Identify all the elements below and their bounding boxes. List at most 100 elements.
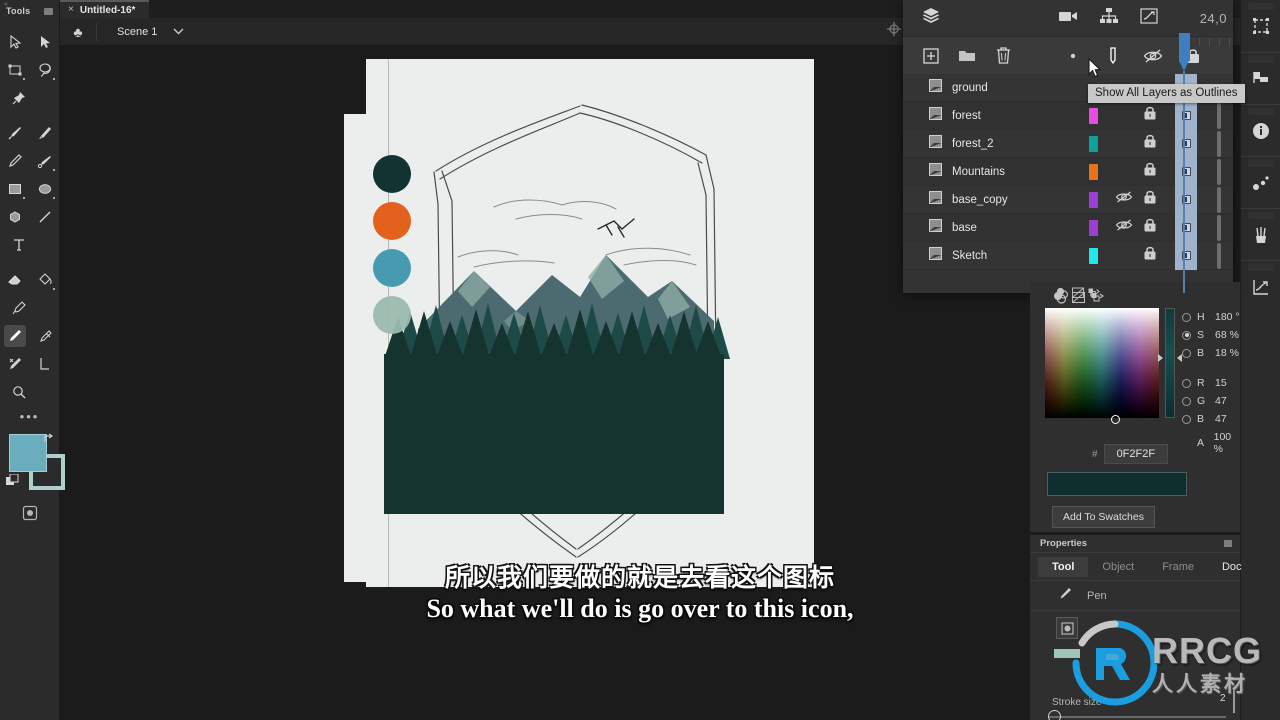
pencil-tool[interactable] xyxy=(4,150,26,172)
radio-b-blue[interactable] xyxy=(1182,414,1191,424)
panel-menu-icon[interactable] xyxy=(44,8,53,15)
timeline-scrollbar[interactable] xyxy=(1217,102,1221,129)
scene-name-label[interactable]: Scene 1 xyxy=(117,26,157,38)
transform-tool[interactable] xyxy=(4,59,26,81)
center-canvas-icon[interactable] xyxy=(887,22,901,41)
add-to-swatches-button[interactable]: Add To Swatches xyxy=(1052,506,1155,528)
artboard[interactable] xyxy=(366,59,814,587)
eyedropper-tool[interactable] xyxy=(8,297,30,319)
brush-tool[interactable] xyxy=(4,122,26,144)
properties-tabs[interactable]: Tool Object Frame Doc xyxy=(1030,553,1242,581)
onion-skin-dot[interactable] xyxy=(1063,46,1083,66)
lock-icon[interactable] xyxy=(1143,245,1157,266)
radio-g[interactable] xyxy=(1182,396,1191,406)
lasso-tool[interactable] xyxy=(34,59,56,81)
field-rgba-0[interactable]: R 15 xyxy=(1182,377,1227,389)
blob-brush-tool[interactable] xyxy=(34,150,56,172)
screen-mode-icon[interactable] xyxy=(21,504,39,522)
align-panel-icon[interactable] xyxy=(1241,52,1280,104)
fill-stroke-icon[interactable] xyxy=(1053,291,1067,309)
brushes-panel-icon[interactable] xyxy=(1241,208,1280,260)
lock-icon[interactable] xyxy=(1143,161,1157,182)
radio-r[interactable] xyxy=(1182,378,1191,388)
transform-panel-icon[interactable] xyxy=(1241,0,1280,52)
hex-row[interactable]: # 0F2F2F xyxy=(1092,444,1169,464)
lock-icon[interactable] xyxy=(1143,105,1157,126)
corner-tool[interactable] xyxy=(34,353,56,375)
camera-icon[interactable] xyxy=(1058,9,1078,28)
timeline-scrollbar[interactable] xyxy=(1217,242,1221,269)
timeline-track[interactable] xyxy=(1175,185,1197,214)
rectangle-tool[interactable] xyxy=(4,178,26,200)
select-tool[interactable] xyxy=(4,31,26,53)
right-icon-rail[interactable] xyxy=(1240,0,1280,720)
lock-icon[interactable] xyxy=(1143,189,1157,210)
line-tool[interactable] xyxy=(34,206,56,228)
timeline-playhead[interactable] xyxy=(1179,33,1190,71)
layer-color-chip[interactable] xyxy=(1089,163,1098,180)
ellipse-tool[interactable] xyxy=(34,178,56,200)
document-tab[interactable]: × Untitled-16* xyxy=(60,0,150,18)
radio-s[interactable] xyxy=(1182,330,1191,340)
add-anchor-tool[interactable] xyxy=(34,325,56,347)
tab-object[interactable]: Object xyxy=(1088,557,1148,577)
stroke-size-knob[interactable] xyxy=(1048,710,1061,720)
stroke-color-swatch[interactable] xyxy=(1054,649,1080,658)
clover-icon[interactable]: ♣ xyxy=(60,24,96,40)
eraser-tool[interactable] xyxy=(4,269,26,291)
field-rgba-1[interactable]: G 47 xyxy=(1182,395,1227,407)
paintbrush-tool[interactable] xyxy=(34,122,56,144)
tools-panel[interactable]: « Tools ••• xyxy=(0,0,65,720)
radio-h[interactable] xyxy=(1182,312,1191,322)
color-swatch-area[interactable] xyxy=(0,426,65,500)
swap-color-icon[interactable] xyxy=(1091,291,1104,309)
field-hsb-0[interactable]: H 180 ° xyxy=(1182,311,1240,323)
timeline-track[interactable] xyxy=(1175,213,1197,242)
paint-bucket-tool[interactable] xyxy=(34,269,56,291)
layer-color-chip[interactable] xyxy=(1089,107,1098,124)
pin-tool[interactable] xyxy=(8,87,30,109)
radio-b-brightness[interactable] xyxy=(1182,348,1191,358)
timeline-scrollbar[interactable] xyxy=(1217,186,1221,213)
direct-select-tool[interactable] xyxy=(34,31,56,53)
field-rgba-2[interactable]: B 47 xyxy=(1182,413,1227,425)
add-folder-button[interactable] xyxy=(957,46,977,66)
chevron-down-icon[interactable] xyxy=(173,27,184,37)
scatter-panel-icon[interactable] xyxy=(1241,156,1280,208)
field-hsb-2[interactable]: B 18 % xyxy=(1182,347,1239,359)
layer-color-chip[interactable] xyxy=(1089,219,1098,236)
layer-color-chip[interactable] xyxy=(1089,191,1098,208)
delete-layer-button[interactable] xyxy=(993,46,1013,66)
timeline-scrollbar[interactable] xyxy=(1217,130,1221,157)
saturation-value-box[interactable] xyxy=(1045,308,1159,424)
timeline-track[interactable] xyxy=(1175,129,1197,158)
sv-cursor[interactable] xyxy=(1111,415,1120,424)
default-colors-icon[interactable] xyxy=(6,473,19,487)
swap-colors-icon[interactable] xyxy=(42,432,55,448)
info-panel-icon[interactable] xyxy=(1241,104,1280,156)
color-picker-panel[interactable]: H 180 ° S 68 % B 18 % R 15 G 47 B 47 A 1… xyxy=(1030,282,1240,532)
lock-icon[interactable] xyxy=(1143,133,1157,154)
eye-off-icon[interactable] xyxy=(1115,190,1133,209)
timeline-track[interactable] xyxy=(1175,157,1197,186)
color-preview-swatch[interactable] xyxy=(1047,472,1187,496)
timeline-track[interactable] xyxy=(1175,241,1197,270)
graph-editor-icon[interactable] xyxy=(1140,7,1158,29)
hierarchy-icon[interactable] xyxy=(1100,7,1118,29)
timeline-scrollbar[interactable] xyxy=(1217,158,1221,185)
polygon-tool[interactable] xyxy=(4,206,26,228)
pen-tool[interactable] xyxy=(3,325,26,347)
no-color-icon[interactable] xyxy=(1071,291,1086,309)
layers-bottom-icons[interactable] xyxy=(1053,291,1104,309)
tab-tool[interactable]: Tool xyxy=(1038,556,1089,577)
type-tool[interactable] xyxy=(8,234,30,256)
hex-input[interactable]: 0F2F2F xyxy=(1103,444,1169,464)
timeline-track[interactable] xyxy=(1175,101,1197,130)
field-hsb-1[interactable]: S 68 % xyxy=(1182,329,1239,341)
layer-color-chip[interactable] xyxy=(1089,247,1098,264)
show-outlines-button[interactable] xyxy=(1103,46,1123,66)
hue-slider[interactable] xyxy=(1165,308,1175,418)
close-icon[interactable]: × xyxy=(68,5,74,15)
stroke-cap-icon[interactable] xyxy=(1056,617,1078,639)
stroke-size-slider[interactable] xyxy=(1048,716,1226,718)
